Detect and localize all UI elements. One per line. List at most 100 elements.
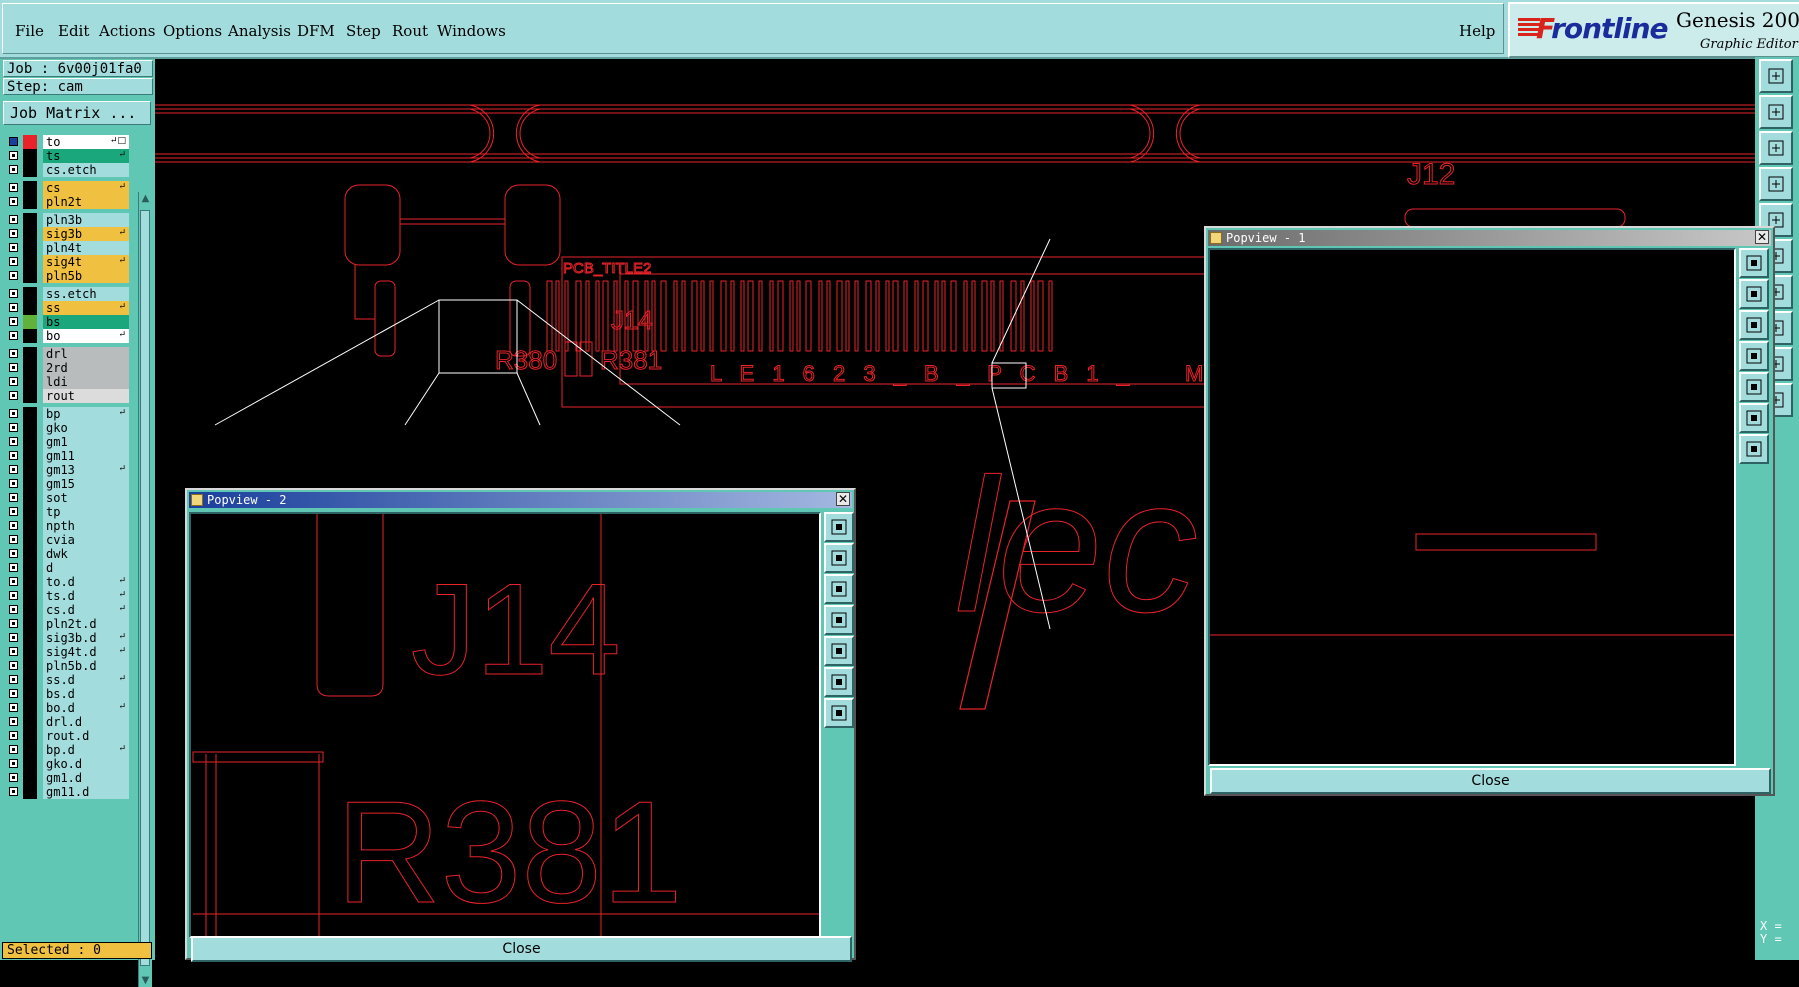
layer-row[interactable]: pln5b [7, 269, 129, 283]
layer-color-swatch[interactable] [23, 687, 37, 701]
layer-row[interactable]: 2rd [7, 361, 129, 375]
layer-checkbox[interactable] [9, 137, 18, 146]
layer-row[interactable]: rout [7, 389, 129, 403]
fit-button[interactable] [824, 667, 854, 697]
layer-row[interactable]: gm11 [7, 449, 129, 463]
layer-checkbox[interactable] [9, 215, 18, 224]
layer-checkbox[interactable] [9, 689, 18, 698]
layer-color-swatch[interactable] [23, 421, 37, 435]
layer-color-swatch[interactable] [23, 729, 37, 743]
layer-checkbox[interactable] [9, 331, 18, 340]
layer-row[interactable]: bo ↵ [7, 329, 129, 343]
layer-color-swatch[interactable] [23, 673, 37, 687]
layer-row[interactable]: ldi [7, 375, 129, 389]
layer-checkbox[interactable] [9, 507, 18, 516]
layer-color-swatch[interactable] [23, 301, 37, 315]
layer-color-swatch[interactable] [23, 491, 37, 505]
layer-checkbox[interactable] [9, 317, 18, 326]
layer-color-swatch[interactable] [23, 213, 37, 227]
scroll-up-icon[interactable]: ▲ [139, 192, 152, 205]
layer-checkbox[interactable] [9, 437, 18, 446]
layer-checkbox[interactable] [9, 465, 18, 474]
layer-row[interactable]: bs [7, 315, 129, 329]
layer-color-swatch[interactable] [23, 375, 37, 389]
layer-row[interactable]: bs.d [7, 687, 129, 701]
layer-color-swatch[interactable] [23, 561, 37, 575]
layer-row[interactable]: sot [7, 491, 129, 505]
layer-color-swatch[interactable] [23, 135, 37, 149]
layer-row[interactable]: gm11.d [7, 785, 129, 799]
layer-row[interactable]: drl.d [7, 715, 129, 729]
layer-row[interactable]: bp ↵ [7, 407, 129, 421]
layer-color-swatch[interactable] [23, 361, 37, 375]
layer-checkbox[interactable] [9, 493, 18, 502]
layer-checkbox[interactable] [9, 759, 18, 768]
layer-color-swatch[interactable] [23, 287, 37, 301]
layer-checkbox[interactable] [9, 577, 18, 586]
layer-color-swatch[interactable] [23, 645, 37, 659]
layer-scrollbar[interactable]: ▲ ▼ [138, 192, 152, 987]
zoom-up-button[interactable] [824, 543, 854, 573]
layer-checkbox[interactable] [9, 633, 18, 642]
layer-checkbox[interactable] [9, 165, 18, 174]
close-icon[interactable]: ✕ [836, 492, 850, 506]
layer-checkbox[interactable] [9, 391, 18, 400]
menu-windows[interactable]: Windows [437, 22, 506, 40]
layer-color-swatch[interactable] [23, 785, 37, 799]
layer-checkbox[interactable] [9, 229, 18, 238]
layer-color-swatch[interactable] [23, 269, 37, 283]
layer-row[interactable]: gm1.d [7, 771, 129, 785]
layer-checkbox[interactable] [9, 619, 18, 628]
layer-checkbox[interactable] [9, 243, 18, 252]
layer-row[interactable]: to.d ↵ [7, 575, 129, 589]
zoom-window-button[interactable] [1759, 59, 1793, 93]
zoom-in-button[interactable] [824, 512, 854, 542]
close-icon[interactable]: ✕ [1755, 230, 1769, 244]
layer-color-swatch[interactable] [23, 329, 37, 343]
layer-row[interactable]: to ↵□ [7, 135, 129, 149]
layer-color-swatch[interactable] [23, 407, 37, 421]
layer-color-swatch[interactable] [23, 603, 37, 617]
layer-row[interactable]: ss ↵ [7, 301, 129, 315]
pan-left-button[interactable] [824, 605, 854, 635]
layer-checkbox[interactable] [9, 271, 18, 280]
layer-row[interactable]: pln3b [7, 213, 129, 227]
layer-checkbox[interactable] [9, 257, 18, 266]
layer-row[interactable]: ss.d ↵ [7, 673, 129, 687]
layer-row[interactable]: pln4t [7, 241, 129, 255]
menu-options[interactable]: Options [163, 22, 222, 40]
layer-color-swatch[interactable] [23, 227, 37, 241]
layer-row[interactable]: ts.d ↵ [7, 589, 129, 603]
layer-checkbox[interactable] [9, 151, 18, 160]
popview-2-titlebar[interactable]: Popview - 2 [189, 492, 852, 508]
layer-row[interactable]: pln2t.d [7, 617, 129, 631]
layer-row[interactable]: pln5b.d [7, 659, 129, 673]
pan-button[interactable] [1759, 95, 1793, 129]
layer-color-swatch[interactable] [23, 195, 37, 209]
menu-file[interactable]: File [15, 22, 44, 40]
layer-color-swatch[interactable] [23, 715, 37, 729]
layer-checkbox[interactable] [9, 289, 18, 298]
zoom-down-button[interactable] [1739, 310, 1769, 340]
layer-color-swatch[interactable] [23, 315, 37, 329]
menu-help[interactable]: Help [1459, 22, 1495, 40]
layer-checkbox[interactable] [9, 563, 18, 572]
layer-checkbox[interactable] [9, 423, 18, 432]
zoom-down-button[interactable] [824, 574, 854, 604]
layer-checkbox[interactable] [9, 605, 18, 614]
layer-color-swatch[interactable] [23, 519, 37, 533]
layer-row[interactable]: sig3b ↵ [7, 227, 129, 241]
layer-color-swatch[interactable] [23, 589, 37, 603]
layer-checkbox[interactable] [9, 303, 18, 312]
layer-color-swatch[interactable] [23, 449, 37, 463]
layer-checkbox[interactable] [9, 197, 18, 206]
layer-row[interactable]: bp.d ↵ [7, 743, 129, 757]
popview-1-canvas[interactable] [1208, 248, 1736, 766]
layer-color-swatch[interactable] [23, 617, 37, 631]
layer-row[interactable]: cs.etch [7, 163, 129, 177]
pan-left-button[interactable] [1739, 341, 1769, 371]
layer-row[interactable]: cs ↵ [7, 181, 129, 195]
menu-dfm[interactable]: DFM [297, 22, 335, 40]
layer-checkbox[interactable] [9, 349, 18, 358]
layer-row[interactable]: cvia [7, 533, 129, 547]
